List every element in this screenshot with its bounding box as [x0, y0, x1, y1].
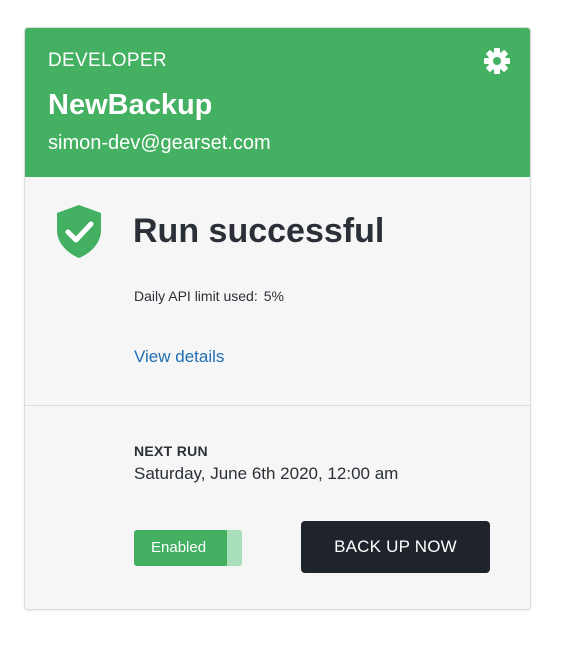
schedule-section: NEXT RUN Saturday, June 6th 2020, 12:00 …: [25, 406, 530, 609]
back-up-now-button[interactable]: BACK UP NOW: [301, 521, 490, 573]
api-limit-value: 5%: [263, 288, 284, 304]
gear-icon[interactable]: [483, 47, 511, 75]
card-header: DEVELOPER NewBackup simon-dev@gearset.co…: [25, 28, 530, 177]
api-limit-row: Daily API limit used: 5%: [134, 287, 284, 305]
shield-check-icon: [54, 204, 104, 259]
backup-card: DEVELOPER NewBackup simon-dev@gearset.co…: [24, 27, 531, 610]
next-run-time: Saturday, June 6th 2020, 12:00 am: [134, 464, 399, 483]
run-status-section: Run successful Daily API limit used: 5% V…: [25, 177, 530, 406]
view-details-link[interactable]: View details: [134, 347, 224, 367]
backup-name: NewBackup: [48, 89, 213, 121]
toggle-label: Enabled: [151, 539, 207, 556]
next-run-label: NEXT RUN: [134, 443, 208, 459]
account-email: simon-dev@gearset.com: [48, 132, 271, 154]
api-limit-label: Daily API limit used:: [134, 288, 258, 304]
status-title: Run successful: [133, 212, 385, 250]
enabled-toggle[interactable]: Enabled: [134, 530, 242, 566]
environment-label: DEVELOPER: [48, 50, 167, 71]
toggle-knob: [227, 530, 242, 566]
